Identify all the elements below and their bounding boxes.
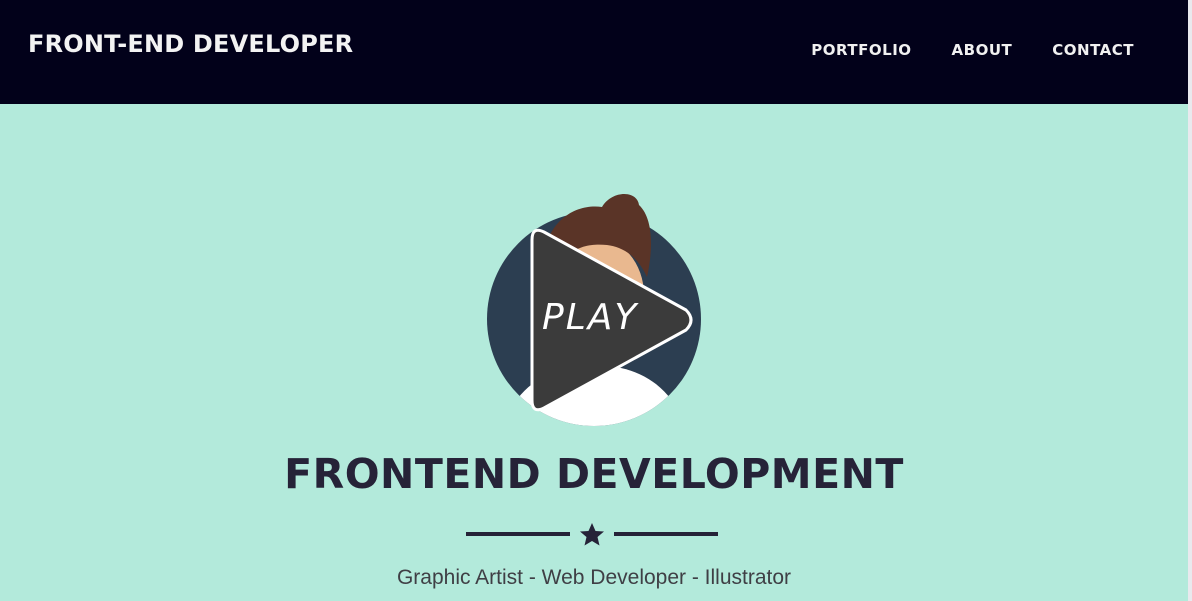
play-button[interactable] — [526, 226, 698, 414]
star-divider — [466, 523, 718, 546]
nav-link-about[interactable]: ABOUT — [952, 41, 1013, 59]
star-icon — [580, 523, 604, 546]
nav-link-portfolio[interactable]: PORTFOLIO — [811, 41, 911, 59]
brand-title[interactable]: FRONT-END DEVELOPER — [28, 30, 353, 58]
nav-links: PORTFOLIO ABOUT CONTACT — [811, 41, 1134, 59]
page-title: FRONTEND DEVELOPMENT — [284, 450, 904, 498]
scrollbar-edge — [1188, 0, 1192, 601]
page-subtitle: Graphic Artist - Web Developer - Illustr… — [396, 566, 792, 589]
nav-link-contact[interactable]: CONTACT — [1052, 41, 1134, 59]
navbar: FRONT-END DEVELOPER PORTFOLIO ABOUT CONT… — [0, 0, 1188, 104]
